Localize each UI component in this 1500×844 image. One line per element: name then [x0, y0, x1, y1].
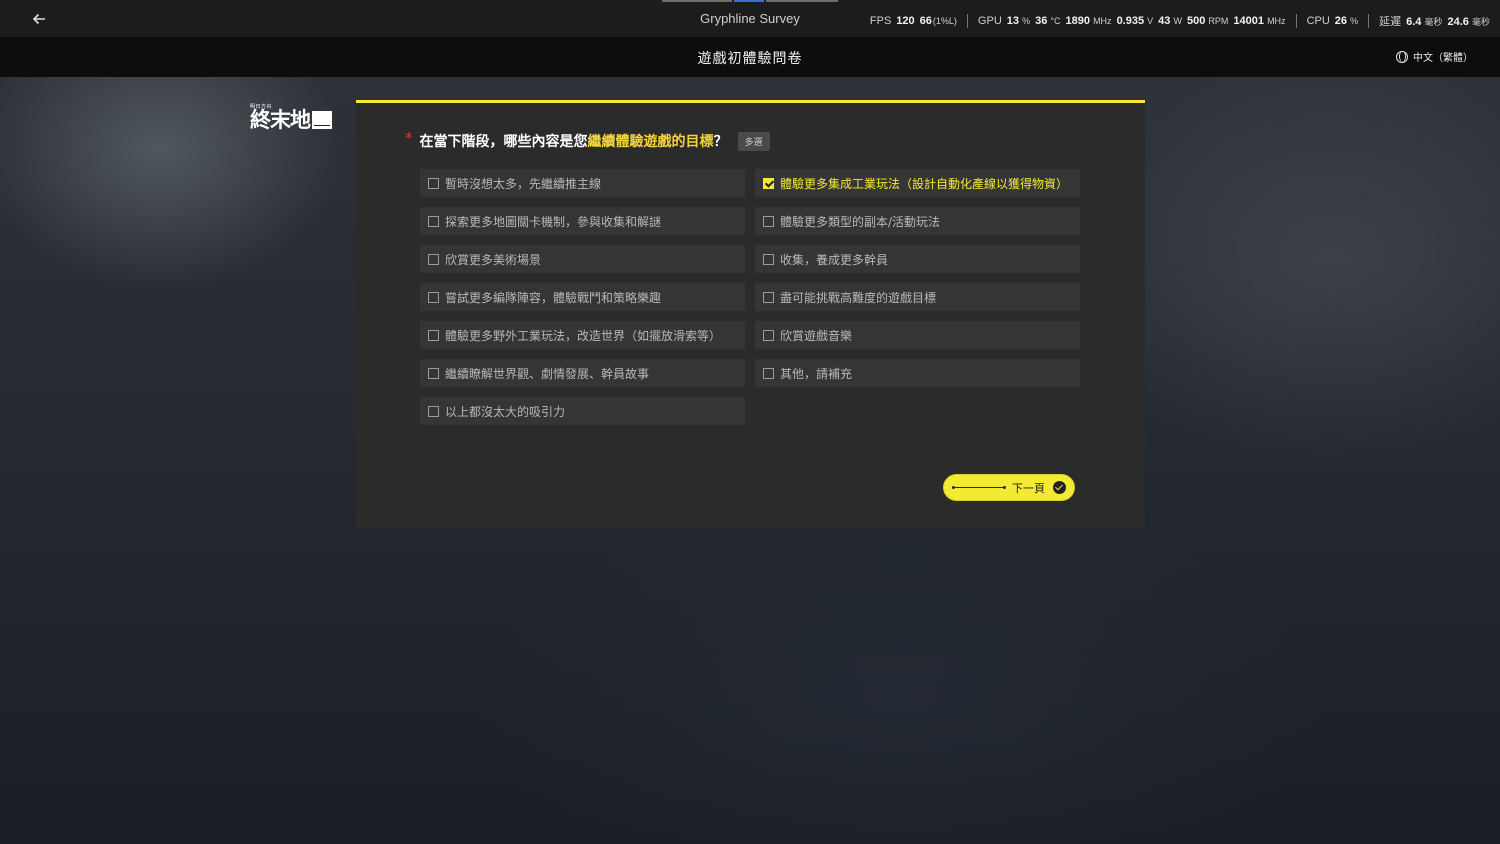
page-title: 遊戲初體驗問卷: [697, 51, 803, 67]
option-label: 欣賞遊戲音樂: [780, 328, 853, 343]
gpu-clock-unit: MHz: [1093, 16, 1112, 26]
cpu-label: CPU: [1306, 15, 1330, 27]
option-label: 以上都沒太大的吸引力: [445, 404, 566, 419]
required-mark: *: [405, 129, 413, 147]
gpu-voltage: 0.935: [1116, 15, 1145, 27]
checkbox-empty-icon: [428, 253, 439, 265]
globe-icon: [1396, 50, 1408, 63]
gpu-fan: 500: [1186, 15, 1206, 27]
option-checkbox[interactable]: 欣賞遊戲音樂: [755, 321, 1080, 349]
language-label: 中文（繁體）: [1413, 53, 1473, 64]
fps-low-value: 66: [919, 15, 932, 27]
latency-stats: 延遲 6.4 毫秒 24.6 毫秒: [1369, 13, 1490, 29]
gpu-temp-unit: °C: [1050, 16, 1061, 26]
logo-mark-icon: [312, 111, 332, 129]
checkbox-empty-icon: [428, 329, 439, 341]
fps-low-unit: (1%L): [932, 16, 957, 26]
latency-a-unit: 毫秒: [1424, 17, 1443, 27]
window-titlebar: Gryphline Survey FPS 120 66 (1%L) GPU 13 …: [0, 0, 1500, 37]
fps-label: FPS: [869, 15, 892, 27]
checkbox-empty-icon: [428, 291, 439, 303]
cpu-usage-unit: %: [1350, 16, 1359, 26]
checkbox-empty-icon: [763, 253, 774, 265]
option-checkbox[interactable]: 體驗更多集成工業玩法（設計自動化產線以獲得物資）: [755, 169, 1080, 197]
option-checkbox[interactable]: 嘗試更多編隊陣容，體驗戰鬥和策略樂趣: [420, 283, 745, 311]
latency-label: 延遲: [1379, 16, 1402, 28]
mem-clock: 14001: [1233, 15, 1264, 27]
option-checkbox[interactable]: 收集，養成更多幹員: [755, 245, 1080, 273]
option-label: 嘗試更多編隊陣容，體驗戰鬥和策略樂趣: [445, 290, 662, 305]
checkbox-empty-icon: [428, 367, 439, 379]
option-label: 其他，請補充: [780, 366, 853, 381]
gpu-usage: 13: [1006, 15, 1020, 27]
question-text: 在當下階段，哪些內容是您: [419, 134, 588, 150]
cpu-usage: 26: [1334, 15, 1348, 27]
option-label: 體驗更多集成工業玩法（設計自動化產線以獲得物資）: [780, 176, 1069, 191]
checkbox-empty-icon: [428, 215, 439, 227]
option-label: 收集，養成更多幹員: [780, 252, 889, 267]
option-checkbox[interactable]: 探索更多地圖關卡機制，參與收集和解謎: [420, 207, 745, 235]
fps-value: 120: [896, 15, 915, 27]
logo-subtitle: 明日方舟: [250, 104, 273, 110]
check-circle-icon: [1053, 481, 1066, 494]
checkbox-empty-icon: [763, 291, 774, 303]
option-checkbox[interactable]: 盡可能挑戰高難度的遊戲目標: [755, 283, 1080, 311]
option-checkbox[interactable]: 以上都沒太大的吸引力: [420, 397, 745, 425]
gpu-stats: GPU 13 % 36 °C 1890 MHz 0.935 V 43 W 500…: [968, 15, 1296, 27]
gpu-temp: 36: [1035, 15, 1048, 27]
window-tab-indicators: [662, 0, 838, 2]
performance-overlay: FPS 120 66 (1%L) GPU 13 % 36 °C 1890 MHz …: [860, 13, 1490, 29]
checkbox-empty-icon: [428, 177, 439, 189]
checkbox-empty-icon: [428, 405, 439, 417]
option-checkbox[interactable]: 體驗更多野外工業玩法，改造世界（如擺放滑索等）: [420, 321, 745, 349]
checkbox-empty-icon: [763, 367, 774, 379]
option-label: 盡可能挑戰高難度的遊戲目標: [780, 290, 937, 305]
gpu-power: 43: [1158, 15, 1171, 27]
checkbox-checked-icon: [763, 177, 774, 189]
option-label: 欣賞更多美術場景: [445, 252, 542, 267]
latency-a: 6.4: [1406, 16, 1422, 28]
option-label: 暫時沒想太多，先繼續推主線: [445, 176, 602, 191]
option-checkbox[interactable]: 繼續瞭解世界觀、劇情發展、幹員故事: [420, 359, 745, 387]
multi-select-badge: 多選: [737, 131, 770, 151]
game-logo: 明日方舟 終末地: [250, 103, 332, 131]
option-checkbox[interactable]: 其他，請補充: [755, 359, 1080, 387]
decorative-line: [952, 486, 1006, 489]
question-title: * 在當下階段，哪些內容是您 繼續體驗遊戲的目標 ？ 多選: [405, 129, 770, 151]
survey-card: * 在當下階段，哪些內容是您 繼續體驗遊戲的目標 ？ 多選 暫時沒想太多，先繼續…: [356, 100, 1145, 528]
option-label: 探索更多地圖關卡機制，參與收集和解謎: [445, 214, 662, 229]
gpu-label: GPU: [977, 15, 1002, 27]
gpu-fan-unit: RPM: [1208, 16, 1229, 26]
gpu-usage-unit: %: [1022, 16, 1031, 26]
option-label: 體驗更多野外工業玩法，改造世界（如擺放滑索等）: [445, 328, 722, 343]
option-checkbox[interactable]: 欣賞更多美術場景: [420, 245, 745, 273]
next-page-button[interactable]: 下一頁: [944, 475, 1074, 500]
question-mark: ？: [713, 134, 728, 150]
next-page-label: 下一頁: [1012, 481, 1045, 495]
gpu-clock: 1890: [1065, 15, 1090, 27]
option-label: 繼續瞭解世界觀、劇情發展、幹員故事: [445, 366, 650, 381]
page-header: 遊戲初體驗問卷 中文（繁體）: [0, 37, 1500, 77]
language-switch[interactable]: 中文（繁體）: [1396, 49, 1473, 64]
option-label: 體驗更多類型的副本/活動玩法: [780, 214, 941, 229]
gpu-voltage-unit: V: [1147, 16, 1154, 26]
latency-b: 24.6: [1447, 16, 1469, 28]
question-highlight: 繼續體驗遊戲的目標: [587, 134, 714, 150]
cpu-stats: CPU 26 %: [1297, 15, 1369, 27]
gpu-power-unit: W: [1173, 16, 1182, 26]
checkbox-empty-icon: [763, 215, 774, 227]
checkbox-empty-icon: [763, 329, 774, 341]
logo-text: 終末地: [250, 107, 311, 132]
option-checkbox[interactable]: 體驗更多類型的副本/活動玩法: [755, 207, 1080, 235]
latency-b-unit: 毫秒: [1471, 17, 1490, 27]
fps-stats: FPS 120 66 (1%L): [860, 15, 967, 27]
mem-clock-unit: MHz: [1267, 16, 1286, 26]
option-checkbox[interactable]: 暫時沒想太多，先繼續推主線: [420, 169, 745, 197]
